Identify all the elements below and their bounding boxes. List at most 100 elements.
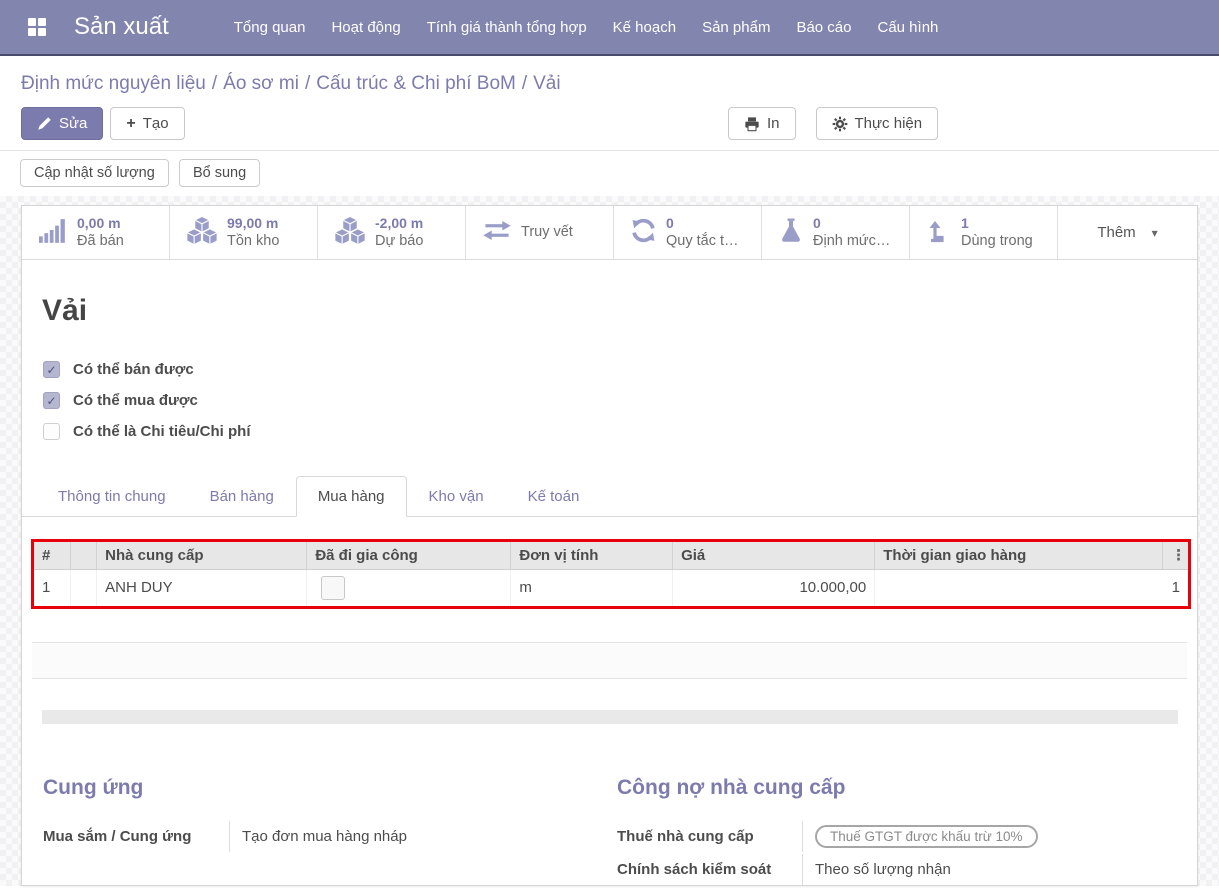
nav-item-hoat-dong[interactable]: Hoạt động (318, 0, 413, 55)
section-title: Công nợ nhà cung cấp (617, 776, 1177, 800)
breadcrumb-item-dinh-muc[interactable]: Định mức nguyên liệu (21, 73, 206, 94)
column-header-vendor: Nhà cung cấp (97, 542, 307, 569)
action-menu-label: Thực hiện (855, 115, 923, 132)
tab-mua-hang[interactable]: Mua hàng (296, 476, 407, 517)
section-vendor-bills: Công nợ nhà cung cấp Thuế nhà cung cấp T… (617, 776, 1177, 887)
stat-value: 0 (666, 215, 739, 233)
stat-value: -2,00 m (375, 215, 423, 233)
field-label: Mua sắm / Cung ứng (43, 828, 229, 845)
app-name: Sản xuất (74, 13, 169, 41)
annotation-red-box: # Nhà cung cấp Đã đi gia công Đơn vị tín… (31, 539, 1191, 609)
cell-uom: m (511, 569, 673, 606)
tab-kho-van[interactable]: Kho vận (407, 476, 506, 517)
field-route: Mua sắm / Cung ứng Tạo đơn mua hàng nháp (43, 821, 617, 852)
stat-button-sold[interactable]: 0,00 m Đã bán (22, 206, 170, 259)
plus-icon: + (126, 116, 135, 132)
print-button[interactable]: In (728, 107, 796, 140)
breadcrumb-separator: / (516, 73, 533, 94)
form-sections: Cung ứng Mua sắm / Cung ứng Tạo đơn mua … (22, 776, 1197, 896)
secondary-actions: In Thực hiện (728, 107, 938, 140)
stat-label: Dùng trong (961, 232, 1033, 250)
stat-label: Tồn kho (227, 232, 279, 250)
chevron-down-icon: ▾ (1152, 226, 1158, 240)
action-menu-button[interactable]: Thực hiện (816, 107, 939, 140)
stat-value: 0 (813, 215, 890, 233)
cubes-icon (187, 217, 217, 248)
breadcrumb: Định mức nguyên liệu/Áo sơ mi/Cấu trúc &… (21, 73, 561, 94)
action-button-row: Sửa + Tạo In Thực hiện (0, 101, 1219, 150)
cell-vendor: ANH DUY (97, 569, 307, 606)
nav-item-tinh-gia-thanh[interactable]: Tính giá thành tổng hợp (414, 0, 600, 55)
nav-item-tong-quan[interactable]: Tổng quan (221, 0, 319, 55)
nav-item-bao-cao[interactable]: Báo cáo (783, 0, 864, 55)
stat-label: Truy vết (521, 223, 573, 241)
stat-button-bom[interactable]: 0 Định mức… (762, 206, 910, 259)
nav-item-ke-hoach[interactable]: Kế hoạch (600, 0, 689, 55)
stat-button-reordering-rules[interactable]: 0 Quy tắc t… (614, 206, 762, 259)
pencil-icon (37, 116, 52, 131)
create-button[interactable]: + Tạo (110, 107, 184, 140)
update-quantity-button[interactable]: Cập nhật số lượng (20, 159, 169, 187)
tab-thong-tin-chung[interactable]: Thông tin chung (36, 476, 188, 517)
exchange-arrows-icon (483, 221, 511, 244)
content-background: 0,00 m Đã bán 99,00 m Tồn kho -2,00 m Dự… (0, 196, 1219, 886)
stat-button-row: 0,00 m Đã bán 99,00 m Tồn kho -2,00 m Dự… (22, 206, 1197, 260)
edit-button[interactable]: Sửa (21, 107, 103, 140)
breadcrumb-row: Định mức nguyên liệu/Áo sơ mi/Cấu trúc &… (0, 56, 1219, 101)
nav-item-cau-hinh[interactable]: Cấu hình (865, 0, 952, 55)
nav-menu: Tổng quan Hoạt động Tính giá thành tổng … (221, 0, 952, 55)
horizontal-scrollbar-strip[interactable] (42, 710, 1178, 724)
bar-chart-icon (39, 219, 67, 247)
top-nav-bar: Sản xuất Tổng quan Hoạt động Tính giá th… (0, 0, 1219, 56)
breadcrumb-separator: / (299, 73, 316, 94)
cubes-icon (335, 217, 365, 248)
checkbox-label: Có thể mua được (73, 392, 198, 409)
checkbox-can-be-purchased[interactable]: ✓ Có thể mua được (43, 385, 1197, 416)
cell-lead-time: 1 (875, 569, 1188, 606)
notebook-tabs: Thông tin chung Bán hàng Mua hàng Kho vậ… (22, 476, 1197, 517)
checkbox-icon[interactable] (43, 423, 60, 440)
tab-ban-hang[interactable]: Bán hàng (188, 476, 296, 517)
stat-button-on-hand[interactable]: 99,00 m Tồn kho (170, 206, 318, 259)
more-dropdown-label: Thêm (1097, 224, 1135, 241)
stat-button-used-in[interactable]: 1 Dùng trong (910, 206, 1058, 259)
create-button-label: Tạo (143, 115, 169, 132)
stat-label: Dự báo (375, 232, 423, 250)
stat-label: Định mức… (813, 232, 890, 250)
checkbox-label: Có thể bán được (73, 361, 194, 378)
nav-item-san-pham[interactable]: Sản phẩm (689, 0, 783, 55)
checkbox-icon[interactable]: ✓ (43, 392, 60, 409)
breadcrumb-item-cau-truc-bom[interactable]: Cấu trúc & Chi phí BoM (316, 73, 516, 94)
gear-icon (832, 116, 848, 132)
product-type-checkboxes: ✓ Có thể bán được ✓ Có thể mua được Có t… (43, 354, 1197, 447)
column-header-price: Giá (673, 542, 875, 569)
stat-button-forecast[interactable]: -2,00 m Dự báo (318, 206, 466, 259)
section-procurement: Cung ứng Mua sắm / Cung ứng Tạo đơn mua … (43, 776, 617, 887)
cell-subcontracted (307, 569, 511, 606)
stat-label: Quy tắc t… (666, 232, 739, 250)
field-label: Thuế nhà cung cấp (617, 828, 802, 845)
form-sheet: 0,00 m Đã bán 99,00 m Tồn kho -2,00 m Dự… (21, 205, 1198, 886)
more-dropdown-button[interactable]: Thêm ▾ (1058, 206, 1197, 259)
tax-tag: Thuế GTGT được khấu trừ 10% (815, 825, 1038, 848)
vendor-pricelist-table: # Nhà cung cấp Đã đi gia công Đơn vị tín… (34, 542, 1188, 606)
table-row[interactable]: 1 ANH DUY m 10.000,00 1 (34, 569, 1188, 606)
checkbox-icon[interactable]: ✓ (43, 361, 60, 378)
checkbox-can-be-expensed[interactable]: Có thể là Chi tiêu/Chi phí (43, 416, 1197, 447)
cell-index: 1 (34, 569, 70, 606)
checkbox-can-be-sold[interactable]: ✓ Có thể bán được (43, 354, 1197, 385)
field-control-policy: Chính sách kiểm soát Theo số lượng nhận (617, 854, 1177, 885)
column-header-handle (70, 542, 96, 569)
replenish-button[interactable]: Bổ sung (179, 159, 260, 187)
printer-icon (744, 116, 760, 132)
optional-columns-icon[interactable]: ⋮ (1163, 542, 1188, 569)
cell-price: 10.000,00 (673, 569, 875, 606)
apps-menu-icon[interactable] (14, 0, 60, 55)
subcontracted-checkbox (321, 576, 345, 600)
stat-button-traceability[interactable]: Truy vết (466, 206, 614, 259)
breadcrumb-item-current: Vải (533, 73, 560, 94)
stat-value: 1 (961, 215, 1033, 233)
breadcrumb-item-ao-so-mi[interactable]: Áo sơ mi (223, 73, 299, 94)
tab-ke-toan[interactable]: Kế toán (506, 476, 602, 517)
field-label: Chính sách kiểm soát (617, 861, 802, 878)
